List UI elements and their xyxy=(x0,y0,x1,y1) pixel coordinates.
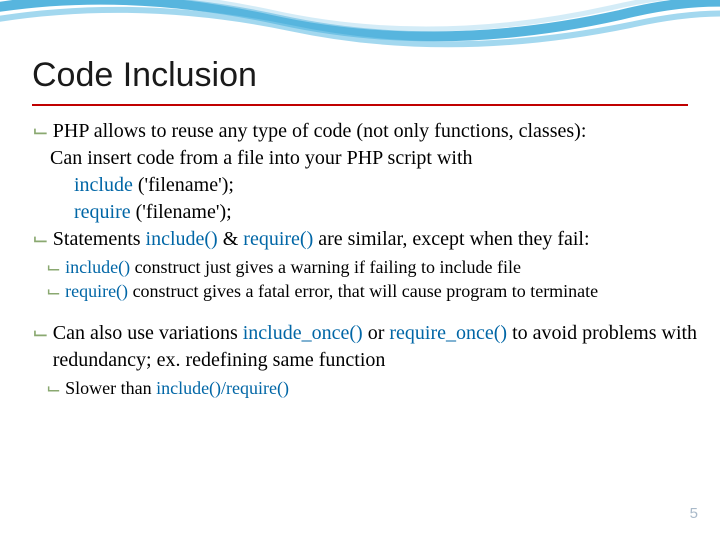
bullet-2-sub1-text: include() construct just gives a warning… xyxy=(65,255,702,279)
keyword-require: require xyxy=(74,201,131,223)
keyword-include-fn: include() xyxy=(65,257,130,277)
keyword-include-once: include_once() xyxy=(243,322,363,344)
page-number: 5 xyxy=(690,505,698,522)
bullet-icon: ⌙ xyxy=(46,279,61,303)
bullet-2-sub2: ⌙ require() construct gives a fatal erro… xyxy=(46,279,702,303)
bullet-3: ⌙ Can also use variations include_once()… xyxy=(32,320,702,374)
keyword-require-fn: require() xyxy=(65,281,128,301)
text-fragment: or xyxy=(363,322,390,344)
bullet-icon: ⌙ xyxy=(46,255,61,279)
keyword-require-once: require_once() xyxy=(389,322,507,344)
bullet-icon: ⌙ xyxy=(46,376,61,400)
bullet-2-sub2-text: require() construct gives a fatal error,… xyxy=(65,279,702,303)
bullet-2-text: Statements include() & require() are sim… xyxy=(53,226,702,253)
keyword-require-fn: require() xyxy=(243,228,313,250)
text-fragment: Slower than xyxy=(65,378,156,398)
text-fragment: & xyxy=(218,228,244,250)
bullet-3-sub1-text: Slower than include()/require() xyxy=(65,376,702,400)
bullet-icon: ⌙ xyxy=(32,320,49,347)
slide-content: ⌙ PHP allows to reuse any type of code (… xyxy=(32,118,702,400)
keyword-include-require: include()/require() xyxy=(156,378,289,398)
text-fragment: construct gives a fatal error, that will… xyxy=(128,281,598,301)
code-rest: ('filename'); xyxy=(133,174,234,196)
bullet-3-text: Can also use variations include_once() o… xyxy=(53,320,702,374)
bullet-1-line2: Can insert code from a file into your PH… xyxy=(50,145,702,172)
slide-title: Code Inclusion xyxy=(32,56,257,95)
keyword-include: include xyxy=(74,174,133,196)
bullet-icon: ⌙ xyxy=(32,118,49,145)
bullet-1: ⌙ PHP allows to reuse any type of code (… xyxy=(32,118,702,145)
title-underline xyxy=(32,104,688,106)
code-rest: ('filename'); xyxy=(131,201,232,223)
bullet-3-sub1: ⌙ Slower than include()/require() xyxy=(46,376,702,400)
bullet-2: ⌙ Statements include() & require() are s… xyxy=(32,226,702,253)
text-fragment: Statements xyxy=(53,228,146,250)
bullet-1-code1: include ('filename'); xyxy=(74,172,702,199)
text-fragment: construct just gives a warning if failin… xyxy=(130,257,521,277)
bullet-icon: ⌙ xyxy=(32,226,49,253)
bullet-1-text: PHP allows to reuse any type of code (no… xyxy=(53,118,702,145)
text-fragment: Can also use variations xyxy=(53,322,243,344)
keyword-include-fn: include() xyxy=(146,228,218,250)
bullet-2-sub1: ⌙ include() construct just gives a warni… xyxy=(46,255,702,279)
text-fragment: are similar, except when they fail: xyxy=(313,228,589,250)
bullet-1-code2: require ('filename'); xyxy=(74,199,702,226)
